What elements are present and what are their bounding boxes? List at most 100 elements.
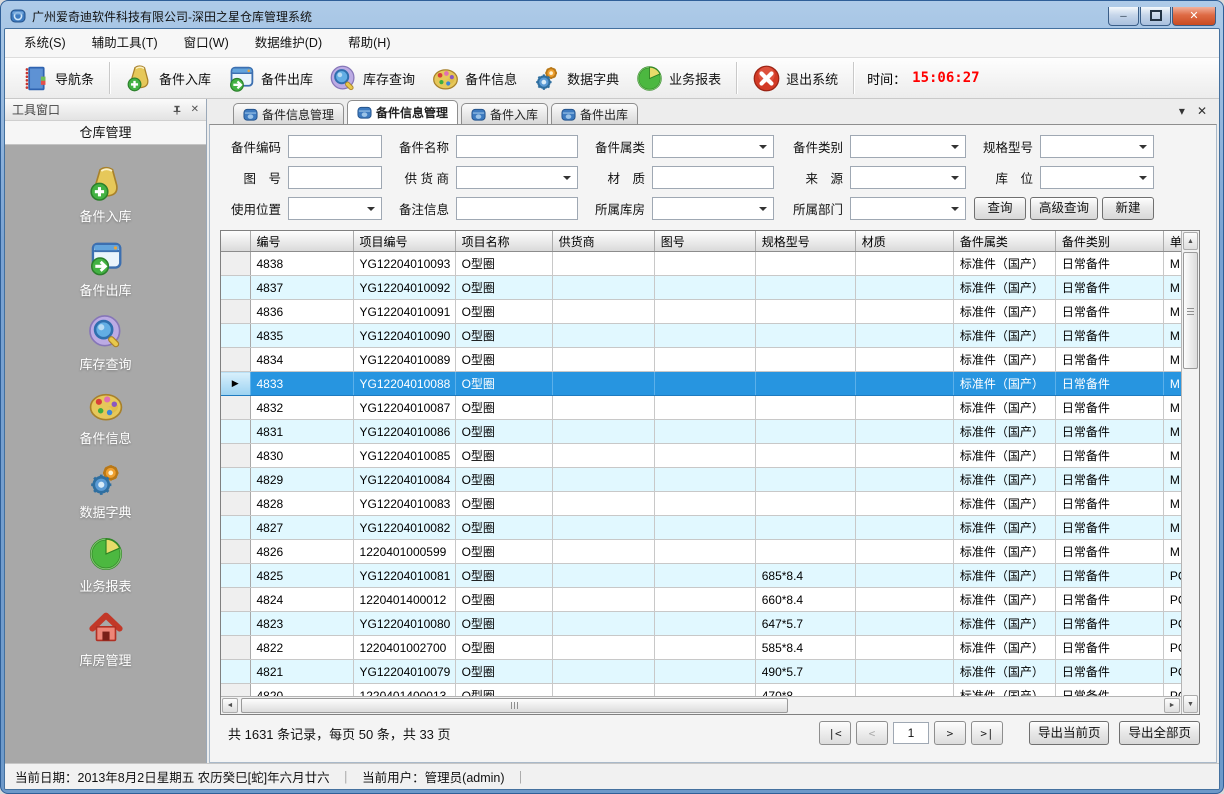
cell-typ[interactable]: 日常备件 — [1055, 396, 1163, 420]
search-select[interactable] — [652, 135, 774, 158]
cell-unit[interactable]: PC — [1163, 684, 1181, 697]
cell-unit[interactable]: M — [1163, 468, 1181, 492]
cell-unit[interactable]: M — [1163, 252, 1181, 276]
cell-typ[interactable]: 日常备件 — [1055, 300, 1163, 324]
cell-pno[interactable]: YG12204010082 — [353, 516, 455, 540]
search-select[interactable] — [850, 197, 966, 220]
next-page-button[interactable]: > — [934, 721, 966, 745]
cell-pno[interactable]: 1220401400013 — [353, 684, 455, 697]
cell-dwg[interactable] — [654, 516, 755, 540]
cell-mat[interactable] — [855, 564, 953, 588]
cell-mat[interactable] — [855, 636, 953, 660]
cell-mat[interactable] — [855, 372, 953, 396]
vertical-scrollbar[interactable]: ▲ ▼ — [1181, 231, 1199, 714]
minimize-button[interactable]: ─ — [1108, 7, 1139, 26]
cell-unit[interactable]: PC — [1163, 636, 1181, 660]
row-selector[interactable] — [221, 396, 250, 420]
cell-sup[interactable] — [552, 252, 654, 276]
cell-dwg[interactable] — [654, 372, 755, 396]
cell-spec[interactable]: 647*5.7 — [755, 612, 855, 636]
row-selector[interactable] — [221, 420, 250, 444]
sidebar-item-parts-info[interactable]: 备件信息 — [41, 385, 171, 449]
cell-typ[interactable]: 日常备件 — [1055, 516, 1163, 540]
search-select[interactable] — [1040, 166, 1154, 189]
cell-spec[interactable]: 490*5.7 — [755, 660, 855, 684]
cell-mat[interactable] — [855, 420, 953, 444]
scroll-right-icon[interactable]: ► — [1164, 698, 1180, 713]
row-selector[interactable] — [221, 684, 250, 697]
cell-sup[interactable] — [552, 444, 654, 468]
cell-sup[interactable] — [552, 420, 654, 444]
table-row[interactable]: 4829YG12204010084O型圈标准件（国产）日常备件M — [221, 468, 1181, 492]
sidebar-item-stock-query[interactable]: 库存查询 — [41, 311, 171, 375]
cell-name[interactable]: O型圈 — [455, 636, 552, 660]
cell-no[interactable]: 4837 — [250, 276, 353, 300]
cell-dwg[interactable] — [654, 420, 755, 444]
cell-cat[interactable]: 标准件（国产） — [953, 300, 1055, 324]
table-row[interactable]: 4821YG12204010079O型圈490*5.7标准件（国产）日常备件PC — [221, 660, 1181, 684]
sidebar-item-data-dictionary[interactable]: 数据字典 — [41, 459, 171, 523]
cell-spec[interactable] — [755, 468, 855, 492]
cell-name[interactable]: O型圈 — [455, 444, 552, 468]
cell-typ[interactable]: 日常备件 — [1055, 684, 1163, 697]
cell-cat[interactable]: 标准件（国产） — [953, 516, 1055, 540]
cell-dwg[interactable] — [654, 300, 755, 324]
tab-close-icon[interactable]: ✕ — [1197, 104, 1207, 118]
row-selector[interactable] — [221, 324, 250, 348]
cell-pno[interactable]: 1220401000599 — [353, 540, 455, 564]
row-selector[interactable] — [221, 252, 250, 276]
header-project-name[interactable]: 项目名称 — [455, 231, 552, 252]
cell-no[interactable]: 4832 — [250, 396, 353, 420]
cell-pno[interactable]: YG12204010085 — [353, 444, 455, 468]
row-selector[interactable] — [221, 612, 250, 636]
horizontal-scrollbar[interactable]: ◄ ► — [221, 696, 1181, 714]
cell-unit[interactable]: M — [1163, 372, 1181, 396]
table-row[interactable]: ▶4833YG12204010088O型圈标准件（国产）日常备件M — [221, 372, 1181, 396]
sidebar-item-parts-outbound[interactable]: 备件出库 — [41, 237, 171, 301]
cell-spec[interactable] — [755, 372, 855, 396]
cell-mat[interactable] — [855, 684, 953, 697]
pin-icon[interactable] — [172, 105, 182, 115]
search-select[interactable] — [456, 166, 578, 189]
table-row[interactable]: 4836YG12204010091O型圈标准件（国产）日常备件M — [221, 300, 1181, 324]
cell-dwg[interactable] — [654, 444, 755, 468]
cell-no[interactable]: 4820 — [250, 684, 353, 697]
search-input[interactable] — [652, 166, 774, 189]
table-row[interactable]: 4830YG12204010085O型圈标准件（国产）日常备件M — [221, 444, 1181, 468]
scroll-left-icon[interactable]: ◄ — [222, 698, 238, 713]
cell-name[interactable]: O型圈 — [455, 276, 552, 300]
tab-parts-inbound[interactable]: 备件入库 — [461, 103, 548, 124]
row-selector[interactable] — [221, 300, 250, 324]
cell-no[interactable]: 4822 — [250, 636, 353, 660]
table-row[interactable]: 4831YG12204010086O型圈标准件（国产）日常备件M — [221, 420, 1181, 444]
row-selector[interactable] — [221, 468, 250, 492]
cell-cat[interactable]: 标准件（国产） — [953, 372, 1055, 396]
row-selector[interactable] — [221, 588, 250, 612]
cell-no[interactable]: 4836 — [250, 300, 353, 324]
cell-no[interactable]: 4829 — [250, 468, 353, 492]
cell-dwg[interactable] — [654, 468, 755, 492]
header-type[interactable]: 备件类别 — [1055, 231, 1163, 252]
cell-cat[interactable]: 标准件（国产） — [953, 564, 1055, 588]
cell-typ[interactable]: 日常备件 — [1055, 588, 1163, 612]
cell-pno[interactable]: YG12204010079 — [353, 660, 455, 684]
query-button[interactable]: 查询 — [974, 197, 1026, 220]
cell-sup[interactable] — [552, 468, 654, 492]
cell-spec[interactable]: 685*8.4 — [755, 564, 855, 588]
cell-mat[interactable] — [855, 540, 953, 564]
cell-name[interactable]: O型圈 — [455, 324, 552, 348]
cell-sup[interactable] — [552, 276, 654, 300]
toolbar-business-report-button[interactable]: 业务报表 — [627, 61, 729, 96]
cell-sup[interactable] — [552, 684, 654, 697]
cell-no[interactable]: 4828 — [250, 492, 353, 516]
tab-parts-info-management-1[interactable]: 备件信息管理 — [233, 103, 344, 124]
cell-typ[interactable]: 日常备件 — [1055, 660, 1163, 684]
header-category[interactable]: 备件属类 — [953, 231, 1055, 252]
cell-typ[interactable]: 日常备件 — [1055, 636, 1163, 660]
table-row[interactable]: 4827YG12204010082O型圈标准件（国产）日常备件M — [221, 516, 1181, 540]
cell-pno[interactable]: YG12204010088 — [353, 372, 455, 396]
cell-pno[interactable]: YG12204010091 — [353, 300, 455, 324]
cell-typ[interactable]: 日常备件 — [1055, 372, 1163, 396]
cell-no[interactable]: 4833 — [250, 372, 353, 396]
cell-typ[interactable]: 日常备件 — [1055, 564, 1163, 588]
